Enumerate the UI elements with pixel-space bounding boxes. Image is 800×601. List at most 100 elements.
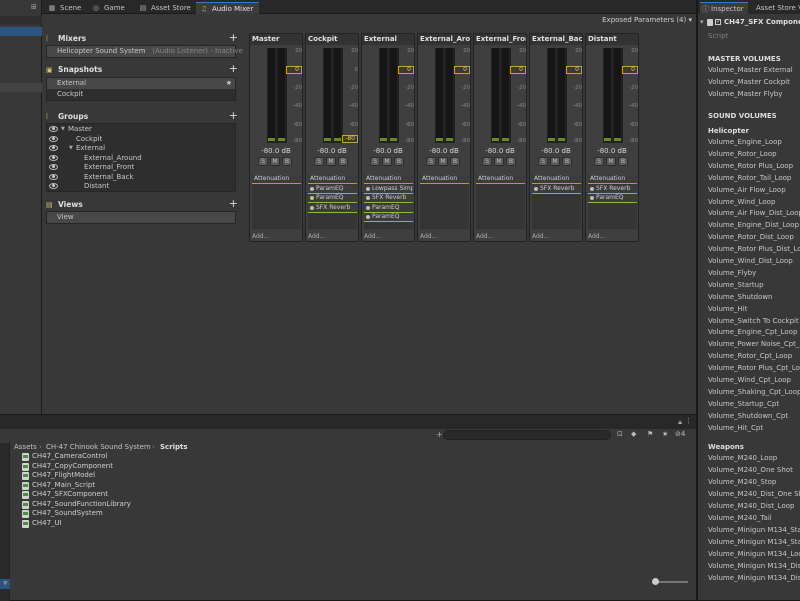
breadcrumb-scripts[interactable]: Scripts [160, 443, 188, 451]
solo-button[interactable]: S [538, 157, 548, 166]
breadcrumb-folder[interactable]: CH-47 Chinook Sound System [46, 443, 151, 451]
bypass-button[interactable]: B [394, 157, 404, 166]
solo-button[interactable]: S [258, 157, 268, 166]
effect-bypass-icon[interactable] [590, 186, 594, 191]
hierarchy-menu-icon[interactable]: ⊞ [31, 3, 37, 11]
file-item[interactable]: CH47_UI [32, 519, 62, 527]
effect-bypass-icon[interactable] [310, 186, 314, 191]
eye-icon[interactable] [49, 126, 58, 132]
bypass-button[interactable]: B [618, 157, 628, 166]
project-search-input[interactable] [443, 430, 611, 440]
group-item[interactable]: External_Around [47, 153, 235, 163]
group-item[interactable]: External_Front [47, 162, 235, 172]
mute-button[interactable]: M [550, 157, 560, 166]
volume-fader[interactable]: 0 [510, 66, 526, 74]
volume-fader[interactable]: 0 [398, 66, 414, 74]
search-by-label-icon[interactable]: ◆ [631, 430, 636, 438]
group-item[interactable]: External_Back [47, 172, 235, 182]
effect-bypass-icon[interactable] [366, 205, 370, 210]
effect-slot[interactable]: Attenuation [588, 175, 637, 184]
hidden-packages-icon[interactable]: ⊘4 [675, 430, 685, 438]
file-item[interactable]: CH47_SoundFunctionLibrary [32, 500, 131, 508]
tab-audio-mixer[interactable]: ♫ Audio Mixer [196, 2, 260, 14]
tab-game[interactable]: ◎ Game [88, 2, 131, 14]
volume-fader[interactable]: 0 [566, 66, 582, 74]
effect-slot[interactable]: Attenuation [420, 175, 469, 184]
snapshot-item-external[interactable]: External ★ [47, 78, 235, 89]
solo-button[interactable]: S [314, 157, 324, 166]
effect-slot[interactable]: Attenuation [532, 175, 581, 184]
effect-slot[interactable]: ParamEQ [364, 213, 413, 222]
effect-slot[interactable]: ParamEQ [588, 194, 637, 203]
effect-bypass-icon[interactable] [310, 196, 314, 200]
bypass-button[interactable]: B [562, 157, 572, 166]
bypass-button[interactable]: B [282, 157, 292, 166]
effect-slot[interactable]: Attenuation [364, 175, 413, 184]
add-mixer-button[interactable]: + [229, 32, 238, 44]
file-item[interactable]: CH47_SFXComponent [32, 490, 108, 498]
tab-asset-store[interactable]: ▤ Asset Store [135, 2, 197, 14]
eye-icon[interactable] [49, 145, 58, 151]
icon-size-slider[interactable] [652, 578, 688, 585]
breadcrumb-assets[interactable]: Assets [14, 443, 37, 451]
add-group-button[interactable]: + [229, 110, 238, 122]
bypass-button[interactable]: B [506, 157, 516, 166]
search-by-type-icon[interactable]: ⊡ [617, 430, 623, 438]
add-effect-button[interactable]: Add... [476, 233, 493, 240]
mute-button[interactable]: M [494, 157, 504, 166]
effect-slot[interactable]: ParamEQ [364, 203, 413, 213]
add-snapshot-button[interactable]: + [229, 63, 238, 75]
effect-slot[interactable]: Attenuation [476, 175, 525, 184]
add-effect-button[interactable]: Add... [252, 233, 269, 240]
effect-bypass-icon[interactable] [310, 205, 314, 210]
eye-icon[interactable] [49, 183, 58, 189]
tag-icon[interactable]: ⚑ [647, 430, 653, 438]
effect-slot[interactable]: ParamEQ [308, 184, 357, 194]
group-item[interactable]: ▼ External [47, 143, 235, 153]
scroll-down-icon[interactable]: ▼ [3, 580, 8, 587]
mixer-item[interactable]: Helicopter Sound System (Audio Listener)… [47, 46, 243, 57]
effect-slot[interactable]: SFX Reverb [364, 194, 413, 203]
group-item[interactable]: ▼ Master [47, 124, 235, 134]
chevron-down-icon[interactable]: ▼ [61, 124, 65, 134]
volume-fader[interactable]: 0 [454, 66, 470, 74]
group-item[interactable]: Cockpit [47, 134, 235, 144]
effect-bypass-icon[interactable] [534, 186, 538, 191]
volume-fader[interactable]: 0 [622, 66, 638, 74]
chevron-down-icon[interactable]: ▾ [700, 16, 704, 29]
hierarchy-row[interactable] [0, 83, 42, 92]
exposed-parameters-dropdown[interactable]: Exposed Parameters (4) ▾ [602, 16, 692, 24]
add-effect-button[interactable]: Add... [364, 233, 381, 240]
eye-icon[interactable] [49, 135, 58, 142]
tab-inspector[interactable]: ⓘ Inspector [700, 2, 748, 14]
add-effect-button[interactable]: Add... [308, 233, 325, 240]
solo-button[interactable]: S [370, 157, 380, 166]
eye-icon[interactable] [49, 164, 58, 170]
file-item[interactable]: CH47_CopyComponent [32, 462, 113, 470]
add-view-button[interactable]: + [229, 198, 238, 210]
mute-button[interactable]: M [438, 157, 448, 166]
mute-button[interactable]: M [326, 157, 336, 166]
effect-slot[interactable]: SFX Reverb [532, 184, 581, 194]
effect-slot[interactable]: Attenuation [252, 175, 301, 184]
lock-icon[interactable]: 🔒︎ [678, 418, 682, 427]
effect-slot[interactable]: Lowpass Simple [364, 184, 413, 194]
solo-button[interactable]: S [426, 157, 436, 166]
chevron-down-icon[interactable]: ▼ [69, 143, 73, 153]
group-item[interactable]: Distant [47, 181, 235, 191]
add-effect-button[interactable]: Add... [588, 233, 605, 240]
create-plus-icon[interactable]: + [436, 430, 443, 439]
effect-slot[interactable]: SFX Reverb [588, 184, 637, 194]
menu-icon[interactable]: ⋮ [685, 417, 692, 425]
add-effect-button[interactable]: Add... [420, 233, 437, 240]
solo-button[interactable]: S [482, 157, 492, 166]
file-item[interactable]: CH47_Main_Script [32, 481, 95, 489]
tab-asset-store-v[interactable]: Asset Store V [756, 2, 800, 14]
file-item[interactable]: CH47_CameraControl [32, 452, 107, 460]
effect-slot[interactable]: SFX Reverb [308, 203, 357, 213]
effect-slot[interactable]: Attenuation [308, 175, 357, 184]
star-icon[interactable]: ★ [226, 78, 232, 89]
enabled-checkbox[interactable]: ✓ [715, 19, 721, 25]
effect-bypass-icon[interactable] [590, 196, 594, 200]
effect-bypass-icon[interactable] [366, 196, 370, 200]
